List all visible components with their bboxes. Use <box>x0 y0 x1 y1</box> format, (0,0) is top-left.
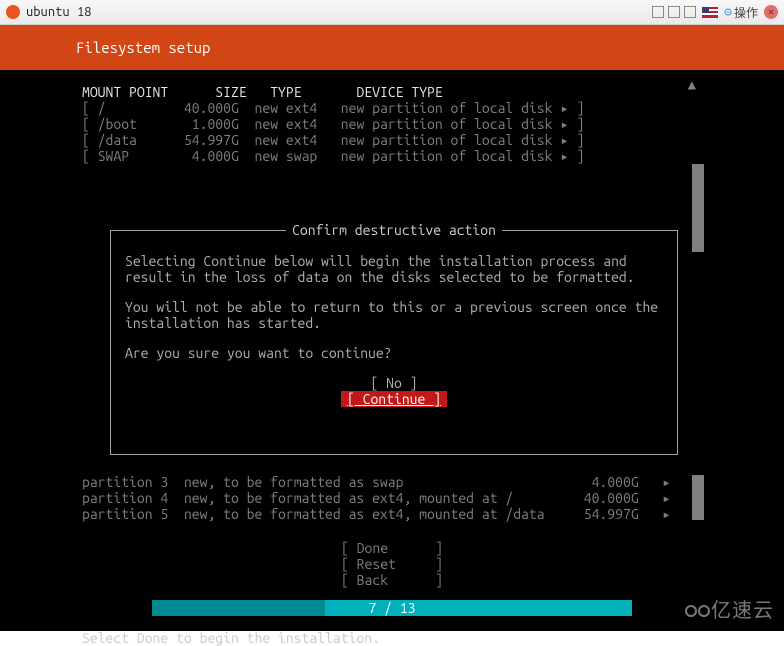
dialog-text-2: You will not be able to return to this o… <box>125 299 663 331</box>
back-button[interactable]: Back <box>357 572 388 588</box>
table-row[interactable]: [ /boot 1.000G new ext4 new partition of… <box>82 116 584 132</box>
page-title: Filesystem setup <box>76 39 210 56</box>
table-row[interactable]: [ / 40.000G new ext4 new partition of lo… <box>82 100 584 116</box>
action-buttons: [ Done ] [ Reset ] [ Back ] <box>0 540 784 588</box>
list-item[interactable]: partition 4 new, to be formatted as ext4… <box>82 490 671 506</box>
chevron-right-icon: ▸ <box>560 148 568 164</box>
vm-icon-3[interactable] <box>684 6 696 18</box>
chevron-right-icon: ▸ <box>662 474 670 490</box>
watermark: 亿速云 <box>685 594 774 623</box>
vm-icon-1[interactable] <box>652 6 664 18</box>
window-titlebar: ubuntu 18 ⚙ 操作 ✕ <box>0 0 784 25</box>
flag-us-icon[interactable] <box>702 7 718 18</box>
page-header: Filesystem setup <box>0 25 784 70</box>
table-row[interactable]: [ /data 54.997G new ext4 new partition o… <box>82 132 584 148</box>
progress-bar: 7 / 13 <box>152 600 632 616</box>
dialog-text-1: Selecting Continue below will begin the … <box>125 253 663 285</box>
confirm-dialog: Confirm destructive action Selecting Con… <box>110 230 678 455</box>
window-title: ubuntu 18 <box>26 5 92 19</box>
mount-table: MOUNT POINT SIZE TYPE DEVICE TYPE [ / 40… <box>0 84 784 164</box>
col-type: TYPE <box>270 84 301 100</box>
list-item[interactable]: partition 5 new, to be formatted as ext4… <box>82 506 671 522</box>
vm-icon-2[interactable] <box>668 6 680 18</box>
operations-label[interactable]: 操作 <box>734 4 758 21</box>
partition-list: partition 3 new, to be formatted as swap… <box>82 474 702 522</box>
chevron-right-icon: ▸ <box>560 132 568 148</box>
col-mount: MOUNT POINT <box>82 84 168 100</box>
progress-text: 7 / 13 <box>368 600 415 616</box>
scroll-up-icon[interactable]: ▲ <box>688 76 696 93</box>
col-size: SIZE <box>215 84 246 100</box>
no-button[interactable]: [ No ] <box>370 375 417 391</box>
chevron-right-icon: ▸ <box>560 100 568 116</box>
dialog-title: Confirm destructive action <box>111 222 677 238</box>
list-item[interactable]: partition 3 new, to be formatted as swap… <box>82 474 671 490</box>
close-icon[interactable]: ✕ <box>764 5 778 19</box>
dialog-text-3: Are you sure you want to continue? <box>125 345 663 361</box>
col-devtype: DEVICE TYPE <box>356 84 442 100</box>
chevron-right-icon: ▸ <box>662 490 670 506</box>
chevron-right-icon: ▸ <box>560 116 568 132</box>
reset-button[interactable]: Reset <box>357 556 396 572</box>
table-row[interactable]: [ SWAP 4.000G new swap new partition of … <box>82 148 584 164</box>
footer-hint: Select Done to begin the installation. <box>82 630 380 646</box>
ubuntu-logo-icon <box>6 5 20 19</box>
installer-body: ▲ MOUNT POINT SIZE TYPE DEVICE TYPE [ / … <box>0 70 784 631</box>
done-button[interactable]: Done <box>357 540 388 556</box>
gear-icon[interactable]: ⚙ <box>724 5 732 20</box>
continue-button[interactable]: [ Continue ] <box>341 391 447 407</box>
chevron-right-icon: ▸ <box>662 506 670 522</box>
scrollbar-thumb-top[interactable] <box>692 164 704 252</box>
